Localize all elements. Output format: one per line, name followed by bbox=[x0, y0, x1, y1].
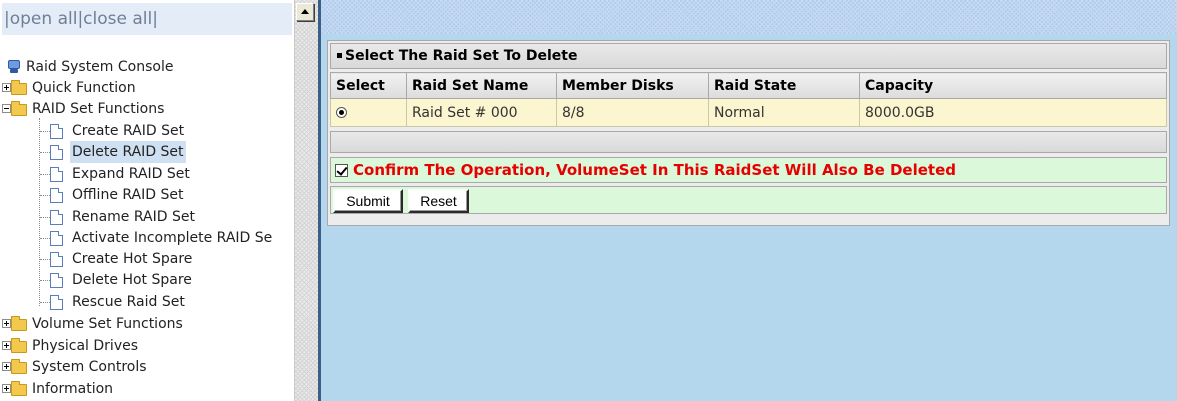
tree-item-rename-raid-set[interactable]: Rename RAID Set bbox=[0, 206, 294, 228]
column-header-capacity: Capacity bbox=[859, 72, 1167, 99]
tree-item-offline-raid-set[interactable]: Offline RAID Set bbox=[0, 184, 294, 206]
bullet-icon bbox=[337, 53, 342, 58]
separator-bar bbox=[330, 131, 1167, 153]
column-header-raid-state: Raid State bbox=[708, 72, 860, 99]
capacity-cell: 8000.0GB bbox=[859, 98, 1167, 127]
page-icon bbox=[50, 295, 63, 310]
expand-plus-icon[interactable] bbox=[2, 384, 11, 393]
page-icon bbox=[50, 124, 63, 139]
confirm-label: Confirm The Operation, VolumeSet In This… bbox=[353, 161, 957, 179]
close-all-link[interactable]: close all bbox=[83, 9, 152, 29]
tree-item-label: Activate Incomplete RAID Se bbox=[72, 230, 273, 246]
tree-item-label: Offline RAID Set bbox=[72, 187, 184, 203]
confirm-row: Confirm The Operation, VolumeSet In This… bbox=[330, 157, 1167, 183]
table-row: Raid Set # 000 8/8 Normal 8000.0GB bbox=[330, 98, 1167, 127]
panel-title-bar: Select The Raid Set To Delete bbox=[330, 43, 1167, 69]
action-row: Submit Reset bbox=[330, 186, 1167, 214]
tree-item-label: Create RAID Set bbox=[72, 123, 185, 139]
folder-icon bbox=[11, 338, 27, 353]
tree-item-delete-hot-spare[interactable]: Delete Hot Spare bbox=[0, 269, 294, 291]
tree-item-label: Delete Hot Spare bbox=[72, 272, 192, 288]
folder-icon bbox=[11, 316, 27, 331]
tree-folder-information[interactable]: Information bbox=[0, 378, 115, 400]
tree-item-create-hot-spare[interactable]: Create Hot Spare bbox=[0, 248, 294, 270]
delete-raid-set-panel: Select The Raid Set To Delete Select Rai… bbox=[327, 40, 1170, 226]
header-band bbox=[318, 0, 1177, 34]
tree-item-label: Volume Set Functions bbox=[32, 316, 183, 332]
tree-item-expand-raid-set[interactable]: Expand RAID Set bbox=[0, 163, 294, 185]
column-header-member-disks: Member Disks bbox=[556, 72, 709, 99]
expand-plus-icon[interactable] bbox=[2, 319, 11, 328]
reset-button[interactable]: Reset bbox=[408, 189, 469, 213]
content-frame: Select The Raid Set To Delete Select Rai… bbox=[318, 0, 1177, 401]
submit-button[interactable]: Submit bbox=[333, 189, 403, 213]
frame-divider[interactable] bbox=[318, 34, 321, 401]
page-icon bbox=[50, 145, 63, 160]
collapse-minus-icon[interactable] bbox=[2, 104, 11, 113]
page-icon bbox=[50, 188, 63, 203]
raid-set-radio[interactable] bbox=[336, 107, 347, 118]
tree-item-create-raid-set[interactable]: Create RAID Set bbox=[0, 120, 294, 142]
expand-collapse-links: |open all|close all| bbox=[2, 3, 292, 35]
separator: | bbox=[152, 9, 158, 29]
tree-folder-physical-drives[interactable]: Physical Drives bbox=[0, 335, 140, 357]
folder-icon bbox=[11, 359, 27, 374]
expand-plus-icon[interactable] bbox=[2, 362, 11, 371]
tree-item-label: Information bbox=[32, 381, 114, 397]
tree-item-label: Quick Function bbox=[32, 80, 136, 96]
tree-folder-system-controls[interactable]: System Controls bbox=[0, 356, 149, 378]
tree-item-delete-raid-set[interactable]: Delete RAID Set bbox=[0, 141, 294, 163]
confirm-checkbox[interactable] bbox=[335, 164, 348, 177]
column-header-raid-set-name: Raid Set Name bbox=[406, 72, 557, 99]
expand-plus-icon[interactable] bbox=[2, 83, 11, 92]
select-cell bbox=[330, 98, 407, 127]
raid-state-cell: Normal bbox=[708, 98, 860, 127]
tree-scrollbar[interactable] bbox=[294, 0, 318, 401]
expand-plus-icon[interactable] bbox=[2, 341, 11, 350]
tree-item-label: RAID Set Functions bbox=[32, 101, 165, 117]
tree-root[interactable]: Raid System Console bbox=[0, 56, 175, 78]
open-all-link[interactable]: open all bbox=[10, 9, 78, 29]
column-header-select: Select bbox=[330, 72, 407, 99]
tree-item-label: Delete RAID Set bbox=[70, 141, 186, 163]
panel-title: Select The Raid Set To Delete bbox=[345, 48, 578, 64]
folder-open-icon bbox=[11, 101, 27, 116]
tree-folder-volume-set-functions[interactable]: Volume Set Functions bbox=[0, 313, 185, 335]
member-disks-cell: 8/8 bbox=[556, 98, 709, 127]
page-icon bbox=[50, 273, 63, 288]
tree-folder-quick-function[interactable]: Quick Function bbox=[0, 77, 138, 99]
page-icon bbox=[50, 167, 63, 182]
folder-icon bbox=[11, 80, 27, 95]
navigation-frame: |open all|close all| Raid System Console… bbox=[0, 0, 318, 401]
tree-item-label: Rescue Raid Set bbox=[72, 294, 185, 310]
page-icon bbox=[50, 210, 63, 225]
page-icon bbox=[50, 252, 63, 267]
tree-root-label: Raid System Console bbox=[26, 59, 174, 75]
raid-set-table: Select Raid Set Name Member Disks Raid S… bbox=[330, 72, 1167, 127]
scroll-up-button[interactable] bbox=[296, 3, 314, 21]
tree-item-label: Physical Drives bbox=[32, 338, 139, 354]
raid-set-name-cell: Raid Set # 000 bbox=[406, 98, 557, 127]
tree-item-label: Rename RAID Set bbox=[72, 209, 195, 225]
tree-folder-raid-set-functions[interactable]: RAID Set Functions bbox=[0, 98, 166, 120]
folder-icon bbox=[11, 381, 27, 396]
tree-item-label: Create Hot Spare bbox=[72, 251, 193, 267]
raid-console-icon bbox=[8, 60, 20, 74]
page-icon bbox=[50, 231, 63, 246]
tree-item-activate-incomplete-raid-set[interactable]: Activate Incomplete RAID Se bbox=[0, 227, 294, 249]
tree-item-label: Expand RAID Set bbox=[72, 166, 190, 182]
tree-item-label: System Controls bbox=[32, 359, 147, 375]
table-header-row: Select Raid Set Name Member Disks Raid S… bbox=[330, 72, 1167, 99]
tree-item-rescue-raid-set[interactable]: Rescue Raid Set bbox=[0, 291, 294, 313]
scroll-up-arrow-icon bbox=[301, 9, 309, 14]
